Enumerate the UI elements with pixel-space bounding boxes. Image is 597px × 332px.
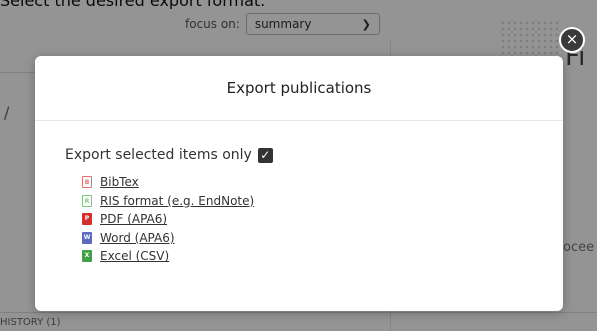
- word-link[interactable]: Word (APA6): [100, 231, 175, 245]
- ris-icon: R: [82, 194, 92, 207]
- format-item[interactable]: B BibTex: [82, 173, 563, 192]
- modal-header: Export publications: [35, 56, 563, 121]
- word-icon: W: [82, 231, 92, 244]
- format-list: B BibTex R RIS format (e.g. EndNote) P P…: [82, 173, 563, 266]
- export-modal: Export publications Export selected item…: [35, 56, 563, 311]
- selected-only-checkbox[interactable]: ✓: [257, 147, 273, 163]
- selected-only-row[interactable]: Export selected items only ✓: [65, 147, 563, 163]
- format-item[interactable]: R RIS format (e.g. EndNote): [82, 192, 563, 211]
- close-icon[interactable]: ×: [559, 27, 585, 53]
- pdf-link[interactable]: PDF (APA6): [100, 212, 167, 226]
- excel-link[interactable]: Excel (CSV): [100, 249, 169, 263]
- modal-body: Export selected items only ✓ B BibTex R …: [35, 121, 563, 266]
- format-item[interactable]: W Word (APA6): [82, 229, 563, 248]
- bibtex-icon: B: [82, 176, 92, 189]
- modal-title: Export publications: [226, 79, 372, 97]
- format-item[interactable]: X Excel (CSV): [82, 247, 563, 266]
- format-item[interactable]: P PDF (APA6): [82, 210, 563, 229]
- bibtex-link[interactable]: BibTex: [100, 175, 139, 189]
- ris-link[interactable]: RIS format (e.g. EndNote): [100, 194, 254, 208]
- selected-only-label: Export selected items only: [65, 147, 252, 163]
- excel-icon: X: [82, 250, 92, 263]
- pdf-icon: P: [82, 213, 92, 226]
